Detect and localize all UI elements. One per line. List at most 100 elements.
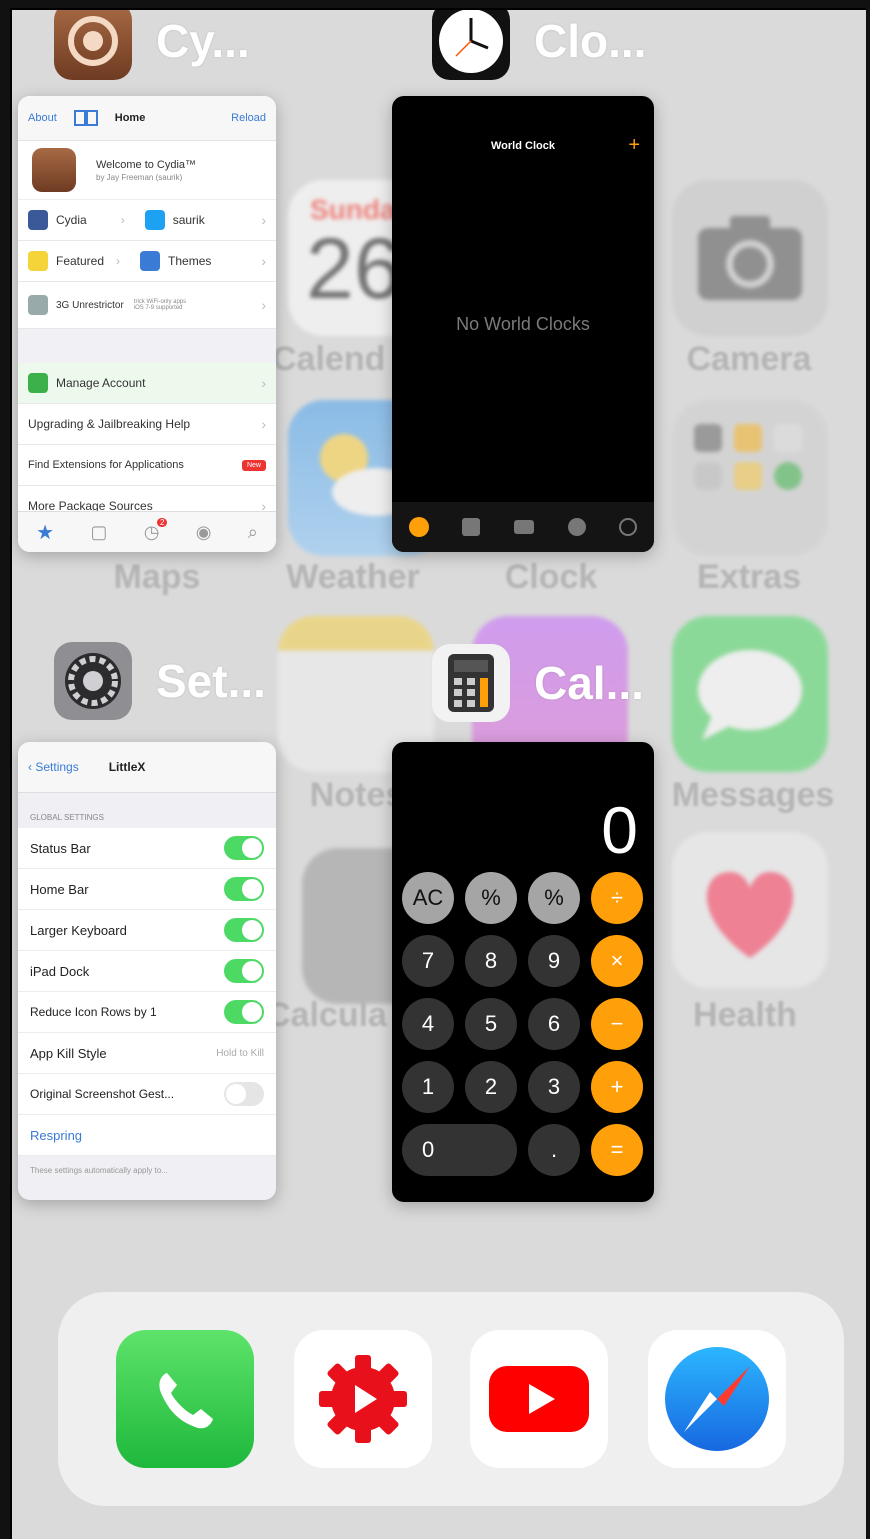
messages-app-bg	[672, 616, 828, 772]
calc-key-8[interactable]: 4	[402, 998, 454, 1050]
home-bar-row: Home Bar	[18, 869, 276, 910]
youtube-app[interactable]	[470, 1330, 608, 1468]
cydia-welcome-text: Welcome to Cydia™	[96, 158, 197, 171]
health-app-bg	[672, 832, 828, 988]
cydia-link-extensions[interactable]: Find Extensions for Applications New	[18, 445, 276, 486]
cydia-nav-title: Home	[114, 112, 146, 124]
heart-icon	[706, 872, 794, 958]
littlex-title: LittleX	[108, 760, 146, 774]
safari-icon	[665, 1347, 769, 1451]
clock-card[interactable]: World Clock + No World Clocks	[392, 96, 654, 552]
status-bar-toggle[interactable]	[224, 836, 264, 860]
stopwatch-tab-icon[interactable]	[567, 518, 586, 536]
sections-tab-icon[interactable]: ▢	[90, 522, 107, 543]
calc-key-5[interactable]: 8	[465, 935, 517, 987]
calc-key-7[interactable]: ×	[591, 935, 643, 987]
larger-keyboard-row: Larger Keyboard	[18, 910, 276, 951]
reduce-icon-rows-toggle[interactable]	[224, 1000, 264, 1024]
safari-app[interactable]	[648, 1330, 786, 1468]
bedtime-tab-icon[interactable]	[513, 520, 534, 534]
home-bar-toggle[interactable]	[224, 877, 264, 901]
status-bar-label: Status Bar	[30, 840, 91, 856]
installed-tab-icon[interactable]: ◉	[196, 522, 212, 543]
cydia-row-cydia[interactable]: Cydia	[56, 213, 87, 227]
featured-icon	[28, 251, 48, 271]
calc-key-15[interactable]: +	[591, 1061, 643, 1113]
calc-key-11[interactable]: −	[591, 998, 643, 1050]
cydia-unrestrictor-label: 3G Unrestrictor	[56, 299, 124, 311]
settings-switcher-header[interactable]: Set...	[54, 642, 266, 720]
changes-tab-icon[interactable]: ◷ 2	[144, 517, 168, 543]
calc-key-0[interactable]: AC	[402, 872, 454, 924]
cydia-themes-link[interactable]: Themes	[168, 254, 211, 268]
screenshot-gesture-toggle[interactable]	[224, 1082, 264, 1106]
calc-key-2[interactable]: %	[528, 872, 580, 924]
calc-key-13[interactable]: 2	[465, 1061, 517, 1113]
world-clock-tab-icon[interactable]	[408, 517, 429, 537]
calc-key-zero[interactable]: 0	[402, 1124, 517, 1176]
calc-key-10[interactable]: 6	[528, 998, 580, 1050]
cydia-manage-account: Manage Account	[56, 376, 146, 390]
cydia-link-extensions-label: Find Extensions for Applications	[28, 459, 184, 471]
calc-key-9[interactable]: 5	[465, 998, 517, 1050]
add-clock-button[interactable]: +	[628, 134, 640, 157]
camera-label: Camera	[686, 340, 812, 378]
calc-key-decimal[interactable]: .	[528, 1124, 580, 1176]
respring-row[interactable]: Respring	[18, 1115, 276, 1156]
cydia-tab-bar: ★ ▢ ◷ 2 ◉ ⌕	[18, 511, 276, 552]
settings-card[interactable]: ‹ Settings LittleX GLOBAL SETTINGS Statu…	[18, 742, 276, 1200]
extras-label: Extras	[697, 558, 801, 596]
status-bar-row: Status Bar	[18, 828, 276, 869]
calc-key-14[interactable]: 3	[528, 1061, 580, 1113]
cydia-row-social: Cydia › saurik ›	[18, 200, 276, 241]
cydia-about-button[interactable]: About	[28, 112, 57, 124]
clock-label: Clock	[504, 558, 598, 596]
calc-key-12[interactable]: 1	[402, 1061, 454, 1113]
cydia-featured-link[interactable]: Featured	[56, 254, 104, 268]
calc-key-equals[interactable]: =	[591, 1124, 643, 1176]
calc-key-4[interactable]: 7	[402, 935, 454, 987]
cydia-manage-account-row[interactable]: Manage Account ›	[18, 363, 276, 404]
cydia-reload-button[interactable]: Reload	[231, 112, 266, 124]
gear-play-app[interactable]	[294, 1330, 432, 1468]
unrestrictor-icon	[28, 295, 48, 315]
extras-folder-bg	[672, 400, 828, 556]
cydia-card[interactable]: About Home Reload Welcome to Cydia™ by J…	[18, 96, 276, 552]
cydia-app-name: Cy...	[156, 15, 250, 67]
cydia-byline: by Jay Freeman (saurik)	[96, 172, 183, 182]
calc-key-1[interactable]: %	[465, 872, 517, 924]
alarm-tab-icon[interactable]	[462, 518, 481, 536]
account-icon	[28, 373, 48, 393]
facebook-icon	[28, 210, 48, 230]
book-icon[interactable]	[73, 109, 99, 127]
calc-key-3[interactable]: ÷	[591, 872, 643, 924]
settings-app-name: Set...	[156, 655, 266, 707]
cydia-row-saurik[interactable]: saurik	[173, 213, 205, 227]
larger-keyboard-toggle[interactable]	[224, 918, 264, 942]
phone-app[interactable]	[116, 1330, 254, 1468]
home-bar-label: Home Bar	[30, 881, 89, 897]
search-tab-icon[interactable]: ⌕	[248, 522, 258, 543]
cydia-logo-icon	[68, 16, 118, 66]
calculator-card[interactable]: 0 AC%% ÷ 7 8 9 × 4 5 6−1 2 3 +0. =	[392, 742, 654, 1202]
app-switcher-screen: Sunda 26 Calend Camera Maps Weather Cloc…	[10, 8, 866, 1539]
calculator-icon	[448, 654, 494, 712]
calc-key-6[interactable]: 9	[528, 935, 580, 987]
calculator-app-icon	[432, 644, 510, 722]
timer-tab-icon[interactable]	[619, 518, 638, 536]
themes-icon	[140, 251, 161, 271]
star-tab-icon[interactable]: ★	[36, 520, 54, 545]
cydia-unrestrictor-note: trick WiFi-only apps iOS 7-9 supported	[133, 299, 187, 311]
settings-back-button[interactable]: ‹ Settings	[28, 760, 79, 774]
calculator-switcher-header[interactable]: Cal...	[432, 644, 644, 722]
clock-switcher-header[interactable]: Clo...	[432, 10, 646, 80]
cydia-row-featured: Featured › Themes ›	[18, 241, 276, 282]
cydia-switcher-header[interactable]: Cy...	[54, 10, 250, 80]
settings-app-icon	[54, 642, 132, 720]
ipad-dock-toggle[interactable]	[224, 959, 264, 983]
global-settings-header: GLOBAL SETTINGS	[30, 813, 104, 822]
cydia-link-help[interactable]: Upgrading & Jailbreaking Help ›	[18, 404, 276, 445]
app-kill-style-row[interactable]: App Kill Style Hold to Kill	[18, 1033, 276, 1074]
respring-button[interactable]: Respring	[30, 1128, 82, 1143]
cydia-row-unrestrictor[interactable]: 3G Unrestrictor trick WiFi-only apps iOS…	[18, 282, 276, 329]
